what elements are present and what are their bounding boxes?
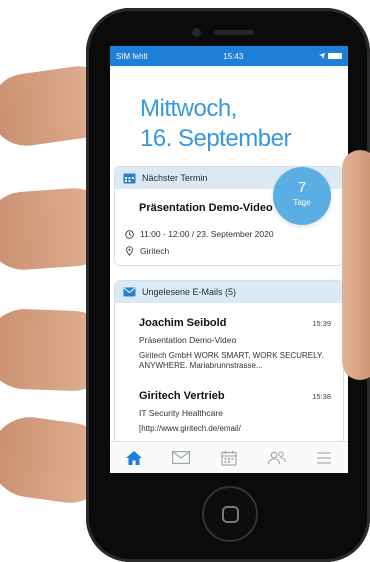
weekday-heading: Mittwoch, [140,95,237,122]
unread-emails-label: Ungelesene E-Mails (5) [142,287,237,297]
next-appointment-label: Nächster Termin [142,173,208,183]
days-label: Tage [293,198,311,207]
days-remaining-badge: 7 Tage [273,167,331,225]
unread-emails-header: Ungelesene E-Mails (5) [115,281,343,303]
email-list-item[interactable]: Giritech Vertrieb 15:38 IT Security Heal… [115,390,343,434]
email-preview: Giritech GmbH WORK SMART, WORK SECURELY.… [139,351,324,370]
email-preview: [http://www.giritech.de/email/ [139,424,241,433]
home-button[interactable] [202,486,258,542]
appointment-location: Giritech [140,246,170,256]
appointment-time-row: 11:00 - 12:00 / 23. September 2020 [125,229,343,239]
next-appointment-card[interactable]: Nächster Termin Präsentation Demo-Video … [114,166,344,266]
tab-contacts[interactable] [262,444,292,472]
camera [192,28,201,37]
mail-icon [123,287,136,297]
mail-icon [172,451,191,464]
email-time: 15:39 [312,319,331,328]
bottom-tab-bar [110,441,348,473]
thumb [342,150,370,380]
email-subject: Präsentation Demo-Video [139,335,237,345]
app-screen: SIM fehlt 15:43 Mittwoch, 16. September … [110,46,348,473]
tab-menu[interactable] [309,444,339,472]
appointment-time: 11:00 - 12:00 / 23. September 2020 [140,229,274,239]
email-list-item[interactable]: Joachim Seibold 15:39 Präsentation Demo-… [115,317,343,371]
battery-icon [327,53,342,59]
phone-device: SIM fehlt 15:43 Mittwoch, 16. September … [86,8,370,562]
speaker [214,30,254,35]
clock-icon [125,229,134,239]
home-button-icon [221,505,239,523]
tab-mail[interactable] [166,444,196,472]
email-subject: IT Security Healthcare [139,408,223,418]
email-sender: Joachim Seibold [139,317,227,329]
email-sender: Giritech Vertrieb [139,390,225,402]
date-heading: 16. September [140,125,291,152]
menu-icon [317,451,332,464]
days-count: 7 [297,179,307,196]
email-time: 15:38 [312,392,331,401]
unread-emails-card: Ungelesene E-Mails (5) Joachim Seibold 1… [114,280,344,450]
tab-calendar[interactable] [214,444,244,472]
calendar-icon [221,450,237,466]
status-icons [318,53,342,59]
home-icon [125,450,142,465]
status-time: 15:43 [223,51,244,61]
status-carrier: SIM fehlt [116,51,148,61]
status-bar: SIM fehlt 15:43 [110,46,348,66]
calendar-icon [123,173,136,184]
appointment-location-row: Giritech [125,246,343,256]
contacts-icon [267,451,286,464]
location-icon [318,53,325,59]
location-pin-icon [126,246,133,256]
tab-home[interactable] [119,444,149,472]
